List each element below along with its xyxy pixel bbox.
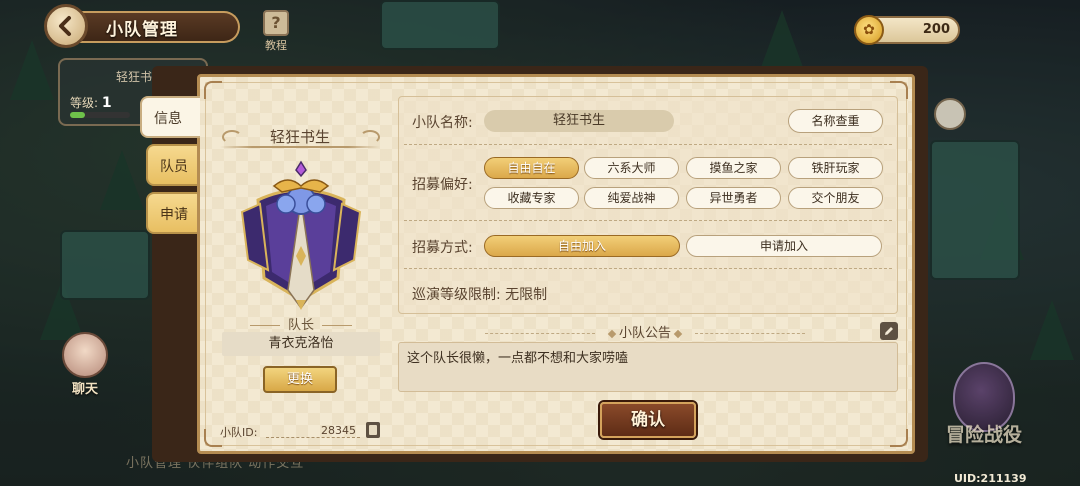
chat-label: 聊天 [71, 382, 98, 397]
notice-title: 小队公告 [618, 326, 671, 341]
divider [404, 268, 892, 269]
tutorial-button[interactable]: ? 教程 [258, 10, 294, 53]
currency-display[interactable]: ✿ 200 [854, 15, 960, 45]
adventure-campaign-button[interactable]: 冒险战役 [934, 362, 1034, 447]
divider [404, 144, 892, 145]
preference-option[interactable]: 异世勇者 [686, 187, 781, 209]
swap-leader-button[interactable]: 更换 [263, 366, 337, 393]
header-bar: 小队管理 [44, 4, 244, 48]
preference-option[interactable]: 收藏专家 [484, 187, 579, 209]
copy-icon[interactable] [366, 422, 380, 438]
preference-option[interactable]: 交个朋友 [788, 187, 883, 209]
preference-option[interactable]: 摸鱼之家 [686, 157, 781, 179]
adventure-label: 冒险战役 [945, 424, 1022, 446]
squad-summary-level: 等级: 1 [70, 95, 112, 111]
check-name-button[interactable]: 名称查重 [788, 109, 883, 133]
chat-button[interactable]: 聊天 [60, 332, 110, 397]
recruit-method-apply-join[interactable]: 申请加入 [686, 235, 882, 257]
preference-option[interactable]: 纯爱战神 [584, 187, 679, 209]
level-limit-row: 巡演等级限制: 无限制 [412, 284, 547, 304]
edit-notice-icon[interactable] [880, 322, 898, 340]
squad-emblem-icon [240, 160, 362, 310]
divider [404, 220, 892, 221]
squad-name-field[interactable]: 轻狂书生 [484, 110, 674, 132]
squad-id-value: 28345 [266, 424, 360, 438]
currency-value: 200 [922, 22, 950, 37]
notice-heading: 小队公告 [440, 322, 850, 341]
tab-members[interactable]: 队员 [146, 144, 200, 186]
chat-avatar-icon [62, 332, 108, 378]
level-progress-bar [70, 112, 130, 118]
squad-id-row: 小队ID: 28345 [220, 422, 384, 440]
preference-option[interactable]: 自由自在 [484, 157, 579, 179]
notice-text[interactable]: 这个队长很懒，一点都不想和大家唠嗑 [398, 342, 898, 392]
squad-summary-name: 轻狂书 [116, 70, 153, 84]
coin-icon: ✿ [854, 15, 884, 45]
tab-applications[interactable]: 申请 [146, 192, 200, 234]
recruit-preference-label: 招募偏好: [412, 177, 473, 193]
level-limit-value: 无限制 [505, 287, 548, 303]
tab-info[interactable]: 信息 [140, 96, 200, 138]
speech-bubble-icon[interactable] [934, 98, 966, 130]
recruit-method-label: 招募方式: [412, 240, 473, 256]
level-limit-label: 巡演等级限制: [412, 287, 501, 303]
recruit-method-free-join[interactable]: 自由加入 [484, 235, 680, 257]
squad-id-label: 小队ID: [220, 426, 258, 439]
squad-name-label: 小队名称: [412, 115, 473, 131]
back-button[interactable] [44, 4, 88, 48]
leader-label: 队长 [222, 314, 380, 333]
leader-name: 青衣克洛怡 [222, 332, 380, 356]
page-title: 小队管理 [106, 20, 178, 40]
help-icon: ? [263, 10, 289, 36]
preference-option[interactable]: 六系大师 [584, 157, 679, 179]
user-id-label: UID:211139 [954, 472, 1027, 485]
preference-option[interactable]: 铁肝玩家 [788, 157, 883, 179]
confirm-button[interactable]: 确认 [600, 402, 696, 438]
heading-divider [220, 146, 380, 148]
arrow-left-icon [59, 16, 71, 36]
tutorial-label: 教程 [265, 39, 287, 52]
squad-name-heading: 轻狂书生 [269, 128, 330, 146]
